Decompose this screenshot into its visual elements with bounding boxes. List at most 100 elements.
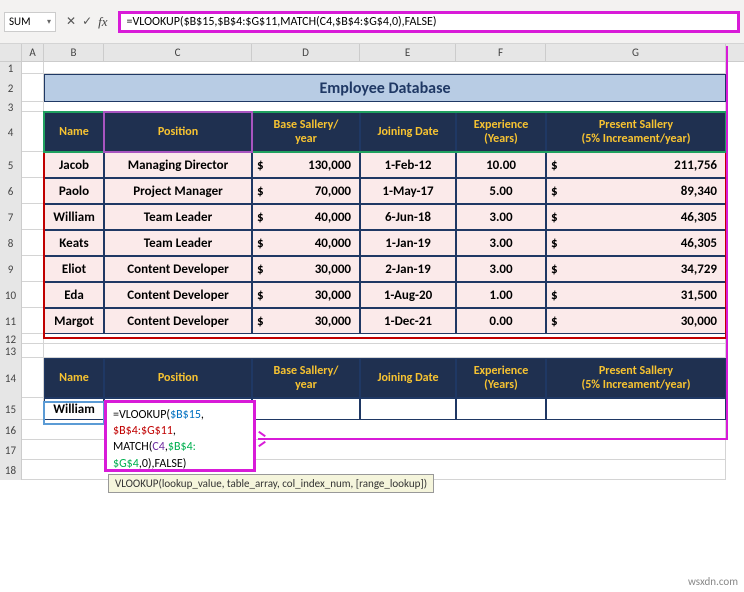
emp-name[interactable]: Eliot — [44, 256, 104, 282]
emp-joining[interactable]: 1-Aug-20 — [360, 282, 456, 308]
cell[interactable] — [22, 230, 44, 256]
lhdr-exp[interactable]: Experience (Years) — [456, 358, 546, 398]
lhdr-base[interactable]: Base Sallery/ year — [252, 358, 360, 398]
emp-present[interactable]: $211,756 — [546, 152, 726, 178]
emp-name[interactable]: William — [44, 204, 104, 230]
emp-exp[interactable]: 3.00 — [456, 256, 546, 282]
row-header-1[interactable]: 1 — [0, 62, 22, 74]
emp-position[interactable]: Project Manager — [104, 178, 252, 204]
emp-position[interactable]: Team Leader — [104, 204, 252, 230]
emp-name[interactable]: Eda — [44, 282, 104, 308]
lookup-base-cell[interactable] — [252, 398, 360, 420]
formula-bar-input[interactable]: =VLOOKUP($B$15,$B$4:$G$11,MATCH(C4,$B$4:… — [118, 11, 740, 33]
cell[interactable] — [44, 102, 726, 112]
emp-base[interactable]: $30,000 — [252, 282, 360, 308]
cell[interactable] — [22, 398, 44, 420]
emp-name[interactable]: Keats — [44, 230, 104, 256]
emp-base[interactable]: $130,000 — [252, 152, 360, 178]
cell[interactable] — [22, 178, 44, 204]
emp-present[interactable]: $46,305 — [546, 204, 726, 230]
cell[interactable] — [22, 74, 44, 102]
row-header[interactable]: 9 — [0, 256, 22, 282]
row-header[interactable]: 6 — [0, 178, 22, 204]
row-header-16[interactable]: 16 — [0, 420, 22, 440]
emp-present[interactable]: $31,500 — [546, 282, 726, 308]
lhdr-joining[interactable]: Joining Date — [360, 358, 456, 398]
hdr-joining[interactable]: Joining Date — [360, 112, 456, 152]
emp-base[interactable]: $40,000 — [252, 204, 360, 230]
confirm-icon[interactable]: ✓ — [82, 14, 92, 29]
row-header-13[interactable]: 13 — [0, 344, 22, 358]
cell[interactable] — [22, 344, 44, 358]
emp-name[interactable]: Margot — [44, 308, 104, 334]
lookup-exp-cell[interactable] — [456, 398, 546, 420]
hdr-position[interactable]: Position — [104, 112, 252, 152]
cell[interactable] — [22, 256, 44, 282]
emp-position[interactable]: Managing Director — [104, 152, 252, 178]
col-header-d[interactable]: D — [252, 44, 360, 61]
emp-position[interactable]: Content Developer — [104, 256, 252, 282]
lookup-present-cell[interactable] — [546, 398, 726, 420]
cell[interactable] — [44, 344, 726, 358]
hdr-name[interactable]: Name — [44, 112, 104, 152]
lhdr-name[interactable]: Name — [44, 358, 104, 398]
col-header-f[interactable]: F — [456, 44, 546, 61]
row-header-17[interactable]: 17 — [0, 440, 22, 460]
emp-joining[interactable]: 1-May-17 — [360, 178, 456, 204]
emp-joining[interactable]: 2-Jan-19 — [360, 256, 456, 282]
emp-joining[interactable]: 1-Feb-12 — [360, 152, 456, 178]
name-box[interactable]: SUM ▾ — [4, 12, 56, 32]
emp-exp[interactable]: 1.00 — [456, 282, 546, 308]
cell[interactable] — [44, 334, 726, 344]
emp-position[interactable]: Content Developer — [104, 308, 252, 334]
emp-base[interactable]: $70,000 — [252, 178, 360, 204]
cell[interactable] — [22, 102, 44, 112]
hdr-base[interactable]: Base Sallery/ year — [252, 112, 360, 152]
in-cell-formula-editor[interactable]: =VLOOKUP($B$15, $B$4:$G$11, MATCH(C4,$B$… — [104, 400, 256, 472]
cell[interactable] — [22, 358, 44, 398]
cell[interactable] — [22, 308, 44, 334]
cell[interactable] — [22, 204, 44, 230]
cancel-icon[interactable]: ✕ — [66, 14, 76, 29]
row-header[interactable]: 10 — [0, 282, 22, 308]
row-header[interactable]: 8 — [0, 230, 22, 256]
emp-base[interactable]: $30,000 — [252, 308, 360, 334]
emp-present[interactable]: $30,000 — [546, 308, 726, 334]
emp-position[interactable]: Content Developer — [104, 282, 252, 308]
row-header[interactable]: 5 — [0, 152, 22, 178]
cell[interactable] — [22, 334, 44, 344]
emp-exp[interactable]: 3.00 — [456, 204, 546, 230]
cell[interactable] — [22, 152, 44, 178]
col-header-c[interactable]: C — [104, 44, 252, 61]
lhdr-present[interactable]: Present Sallery (5% Increament/year) — [546, 358, 726, 398]
emp-name[interactable]: Paolo — [44, 178, 104, 204]
emp-base[interactable]: $30,000 — [252, 256, 360, 282]
emp-present[interactable]: $89,340 — [546, 178, 726, 204]
row-header-14[interactable]: 14 — [0, 358, 22, 398]
hdr-present[interactable]: Present Sallery (5% Increament/year) — [546, 112, 726, 152]
fx-icon[interactable]: fx — [98, 14, 107, 30]
emp-exp[interactable]: 0.00 — [456, 308, 546, 334]
emp-exp[interactable]: 3.00 — [456, 230, 546, 256]
emp-name[interactable]: Jacob — [44, 152, 104, 178]
row-header-18[interactable]: 18 — [0, 460, 22, 480]
col-header-b[interactable]: B — [44, 44, 104, 61]
cell[interactable] — [44, 62, 726, 74]
emp-joining[interactable]: 1-Dec-21 — [360, 308, 456, 334]
row-header-2[interactable]: 2 — [0, 74, 22, 102]
title-cell[interactable]: Employee Database — [44, 74, 726, 102]
row-header-12[interactable]: 12 — [0, 334, 22, 344]
cell[interactable] — [22, 282, 44, 308]
row-header-3[interactable]: 3 — [0, 102, 22, 112]
emp-position[interactable]: Team Leader — [104, 230, 252, 256]
emp-present[interactable]: $46,305 — [546, 230, 726, 256]
row-header-4[interactable]: 4 — [0, 112, 22, 152]
col-header-g[interactable]: G — [546, 44, 726, 61]
emp-exp[interactable]: 5.00 — [456, 178, 546, 204]
lookup-joining-cell[interactable] — [360, 398, 456, 420]
row-header[interactable]: 11 — [0, 308, 22, 334]
emp-present[interactable]: $34,729 — [546, 256, 726, 282]
cell[interactable] — [22, 62, 44, 74]
lhdr-position[interactable]: Position — [104, 358, 252, 398]
col-header-a[interactable]: A — [22, 44, 44, 61]
